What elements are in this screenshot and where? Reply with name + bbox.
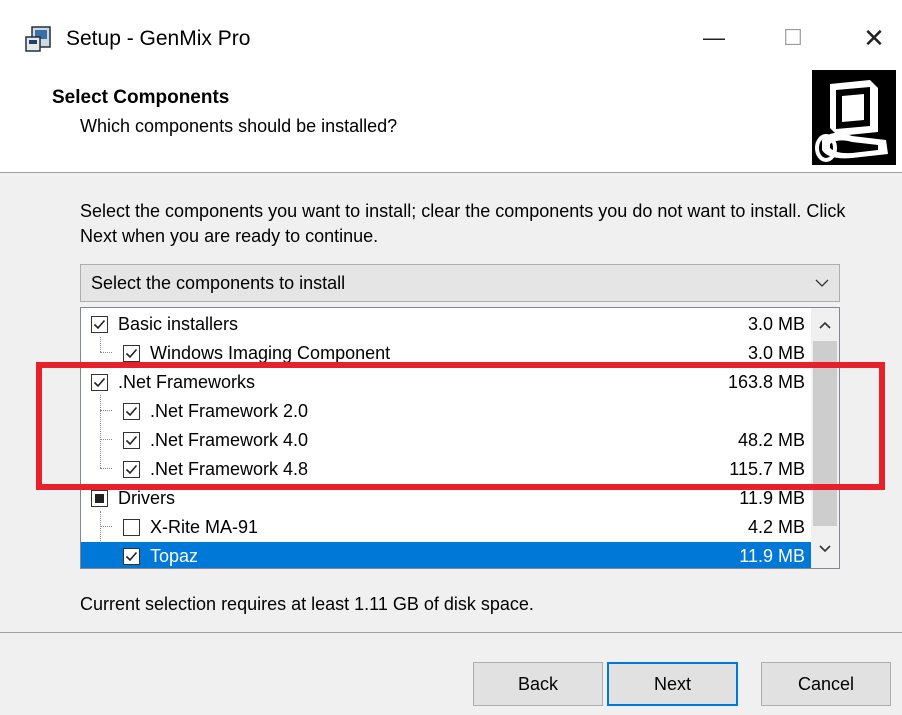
instructions-text: Select the components you want to instal… <box>80 201 846 246</box>
scroll-down-button[interactable] <box>811 538 839 560</box>
component-row[interactable]: X-Rite MA-91 4.2 MB <box>81 513 811 542</box>
cancel-button[interactable]: Cancel <box>761 662 891 706</box>
component-size: 48.2 MB <box>737 430 805 450</box>
checkmark-icon <box>125 435 138 446</box>
component-checkbox[interactable] <box>123 432 140 449</box>
setup-app-icon <box>25 26 51 52</box>
component-label: Topaz <box>150 546 199 566</box>
component-checkbox[interactable] <box>123 345 140 362</box>
component-row[interactable]: .Net Framework 4.0 48.2 MB <box>81 426 811 455</box>
component-label: .Net Framework 4.8 <box>150 459 309 479</box>
footer-divider <box>0 632 902 633</box>
component-label: Windows Imaging Component <box>150 343 391 363</box>
component-label: .Net Framework 4.0 <box>150 430 309 450</box>
component-checkbox[interactable] <box>123 461 140 478</box>
list-scrollbar[interactable] <box>811 308 839 568</box>
component-checkbox[interactable] <box>91 316 108 333</box>
window-title: Setup - GenMix Pro <box>66 27 251 50</box>
checkmark-icon <box>125 464 138 475</box>
checkmark-icon <box>125 551 138 562</box>
chevron-up-icon <box>819 321 831 329</box>
component-size: 11.9 MB <box>739 546 805 566</box>
chevron-down-icon <box>815 279 829 287</box>
checkmark-icon <box>93 377 106 388</box>
maximize-button[interactable]: ☐ <box>763 16 823 60</box>
page-subtitle: Which components should be installed? <box>80 116 398 136</box>
component-row[interactable]: Drivers 11.9 MB <box>81 484 811 513</box>
component-size: 163.8 MB <box>727 372 805 392</box>
component-size: 115.7 MB <box>729 459 805 479</box>
component-label: Drivers <box>118 488 175 508</box>
component-size: 4.2 MB <box>747 517 805 537</box>
component-checkbox[interactable] <box>123 403 140 420</box>
next-button[interactable]: Next <box>607 662 738 706</box>
component-label: .Net Frameworks <box>118 372 256 392</box>
scroll-up-button[interactable] <box>811 314 839 336</box>
checkmark-icon <box>93 319 106 330</box>
close-button[interactable]: ✕ <box>844 16 902 60</box>
component-row[interactable]: Basic installers 3.0 MB <box>81 310 811 339</box>
setup-type-value: Select the components to install <box>91 273 346 293</box>
page-title: Select Components <box>52 87 230 108</box>
component-label: .Net Framework 2.0 <box>150 401 309 421</box>
component-row[interactable]: .Net Framework 4.8 115.7 MB <box>81 455 811 484</box>
component-row[interactable]: Windows Imaging Component 3.0 MB <box>81 339 811 368</box>
setup-type-dropdown[interactable]: Select the components to install <box>80 264 840 302</box>
component-label: X-Rite MA-91 <box>150 517 259 537</box>
component-size: 11.9 MB <box>739 488 805 508</box>
minimize-button[interactable]: — <box>684 16 744 60</box>
component-size: 3.0 MB <box>747 314 805 334</box>
scroll-thumb[interactable] <box>813 341 837 526</box>
partial-check-icon <box>95 494 104 503</box>
component-checkbox[interactable] <box>123 519 140 536</box>
component-checkbox[interactable] <box>91 374 108 391</box>
component-size: 3.0 MB <box>747 343 805 363</box>
component-checkbox[interactable] <box>123 548 140 565</box>
component-checkbox[interactable] <box>91 490 108 507</box>
component-label: Basic installers <box>118 314 239 334</box>
components-list[interactable]: Basic installers 3.0 MB Windows Imaging Co… <box>80 307 840 569</box>
component-row[interactable]: Topaz 11.9 MB <box>81 542 811 568</box>
back-button[interactable]: Back <box>473 662 603 706</box>
component-row[interactable]: .Net Framework 2.0 <box>81 397 811 426</box>
disk-space-text: Current selection requires at least 1.11… <box>80 594 534 614</box>
chevron-down-icon <box>819 545 831 553</box>
computer-install-icon <box>812 70 896 165</box>
checkmark-icon <box>125 348 138 359</box>
checkmark-icon <box>125 406 138 417</box>
component-row[interactable]: .Net Frameworks 163.8 MB <box>81 368 811 397</box>
